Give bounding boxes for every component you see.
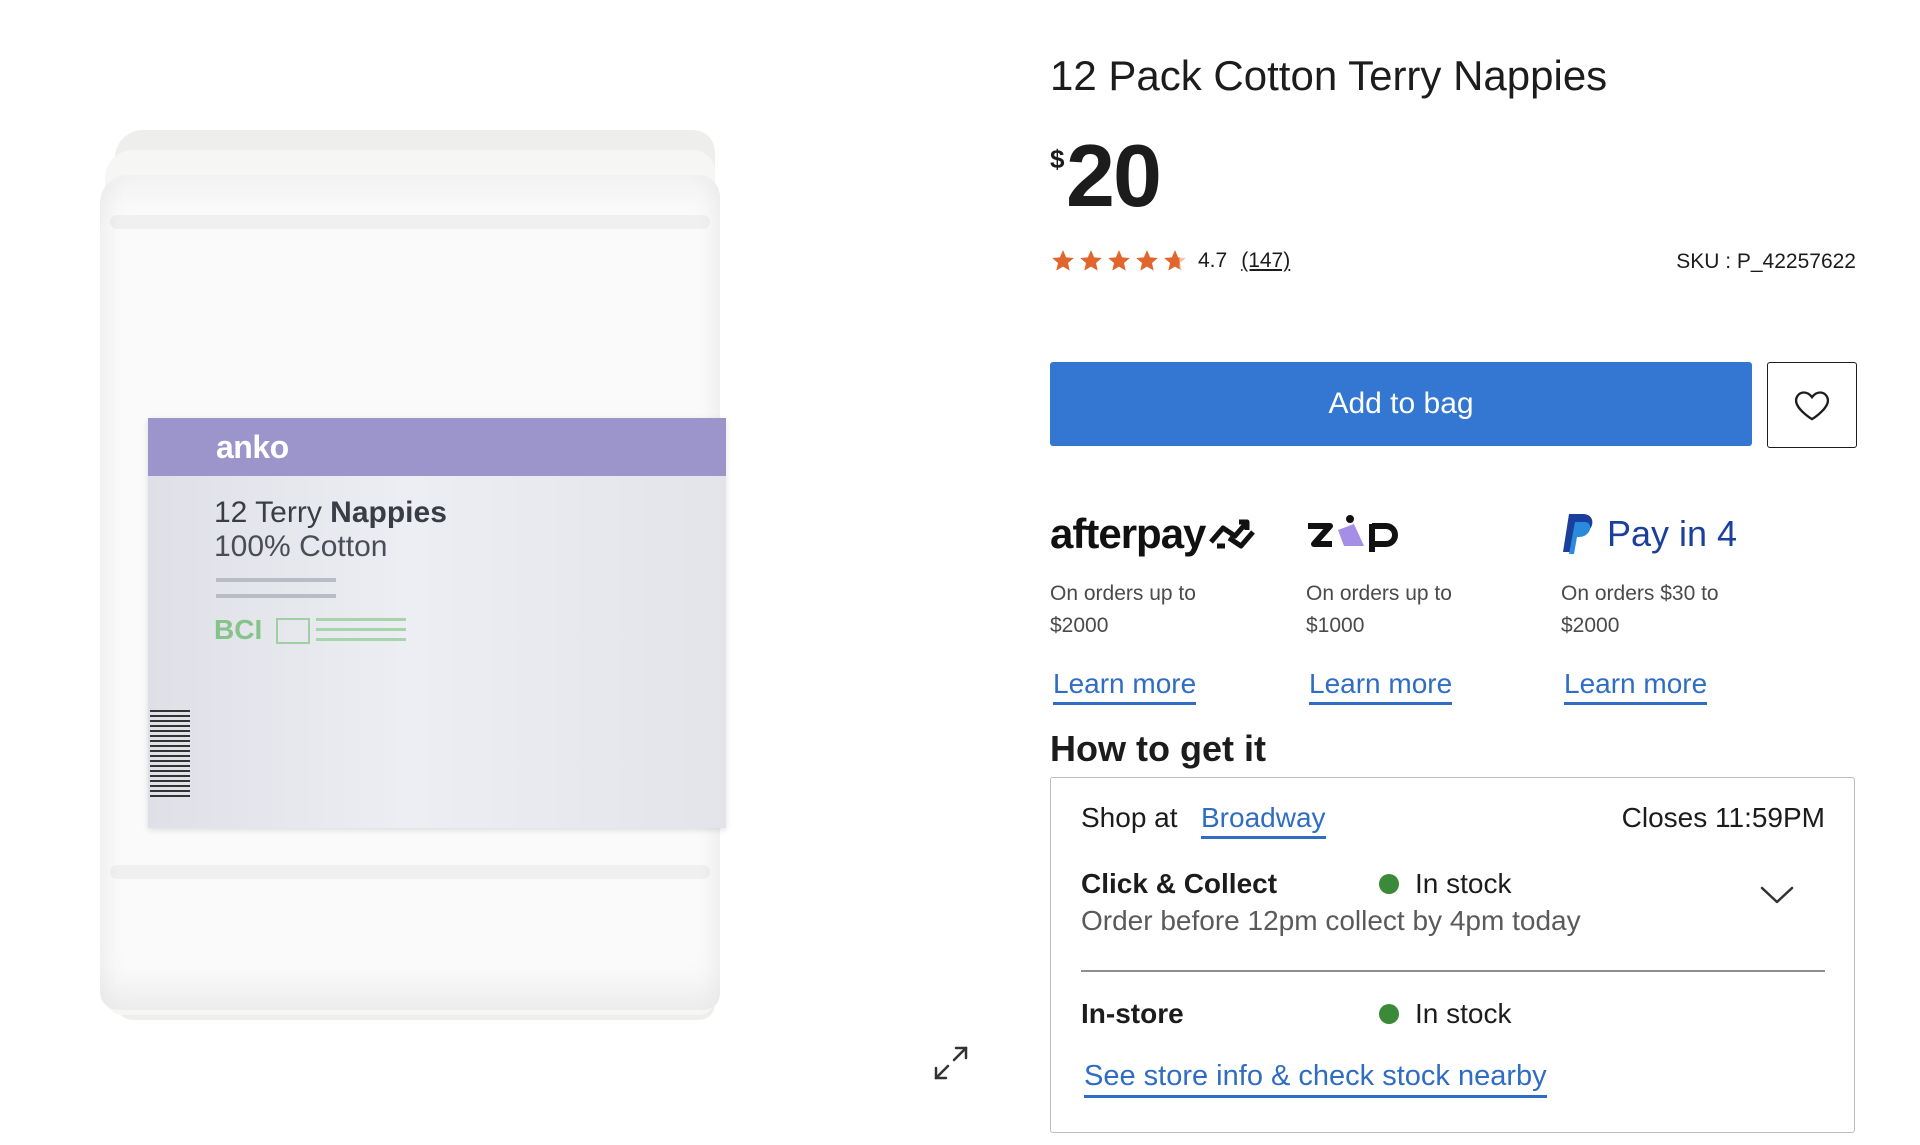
fulfilment-heading: How to get it bbox=[1050, 728, 1266, 769]
star-rating bbox=[1050, 248, 1190, 274]
in-stock-dot-icon bbox=[1379, 874, 1399, 894]
bci-mark bbox=[276, 618, 310, 644]
afterpay-option: afterpay On orders up to $2000 Learn mor… bbox=[1050, 506, 1290, 705]
paypal-icon bbox=[1563, 514, 1593, 554]
product-image[interactable]: anko 12 Terry Nappies 100% Cotton BCI bbox=[100, 120, 780, 1050]
zip-option: On orders up to $1000 Learn more bbox=[1306, 506, 1546, 705]
paypal-learn-more-link[interactable]: Learn more bbox=[1564, 668, 1708, 705]
zip-logo-icon bbox=[1308, 515, 1398, 552]
check-stock-nearby-link[interactable]: See store info & check stock nearby bbox=[1084, 1060, 1547, 1098]
rating-value: 4.7 bbox=[1198, 249, 1228, 272]
zip-description: On orders up to $1000 bbox=[1306, 582, 1452, 637]
click-collect-label: Click & Collect bbox=[1081, 868, 1278, 899]
click-collect-status: In stock bbox=[1379, 868, 1511, 900]
price-amount: 20 bbox=[1066, 126, 1162, 225]
star-icon bbox=[1164, 250, 1186, 271]
heart-icon bbox=[1795, 391, 1829, 421]
in-stock-dot-icon bbox=[1379, 1004, 1399, 1024]
afterpay-description: On orders up to $2000 bbox=[1050, 582, 1196, 637]
zip-learn-more-link[interactable]: Learn more bbox=[1309, 668, 1453, 705]
shop-at-label: Shop at bbox=[1081, 802, 1178, 833]
label-subtitle: 100% Cotton bbox=[214, 530, 388, 563]
add-to-bag-button[interactable]: Add to bag bbox=[1050, 362, 1752, 446]
bci-fine-print bbox=[316, 618, 406, 621]
bci-logo: BCI bbox=[214, 614, 263, 645]
paypal-logo: Pay in 4 bbox=[1561, 506, 1801, 562]
instore-label: In-store bbox=[1081, 998, 1184, 1029]
paypal-description: On orders $30 to $2000 bbox=[1561, 582, 1719, 637]
star-icon bbox=[1080, 250, 1102, 271]
star-icon bbox=[1136, 250, 1158, 271]
star-icon bbox=[1108, 250, 1130, 271]
wishlist-button[interactable] bbox=[1767, 362, 1857, 448]
bci-fine-print bbox=[316, 628, 406, 631]
divider bbox=[1081, 970, 1825, 972]
afterpay-learn-more-link[interactable]: Learn more bbox=[1053, 668, 1197, 705]
towel-fold bbox=[110, 215, 710, 229]
expand-icon[interactable] bbox=[928, 1040, 974, 1086]
afterpay-arrows-icon bbox=[1209, 519, 1256, 549]
packaging-label: anko 12 Terry Nappies 100% Cotton BCI bbox=[148, 418, 726, 828]
product-title: 12 Pack Cotton Terry Nappies bbox=[1050, 52, 1608, 99]
store-name-link[interactable]: Broadway bbox=[1201, 802, 1326, 839]
instore-status: In stock bbox=[1379, 998, 1511, 1030]
towel-fold bbox=[110, 865, 710, 879]
rating: 4.7 (147) bbox=[1050, 248, 1290, 274]
click-collect-note: Order before 12pm collect by 4pm today bbox=[1081, 905, 1581, 936]
label-fine-print bbox=[216, 594, 336, 598]
star-icon bbox=[1052, 250, 1074, 271]
stock-panel: Shop at Broadway Closes 11:59PM Click & … bbox=[1050, 777, 1855, 1133]
label-fine-print bbox=[216, 578, 336, 582]
chevron-down-icon[interactable] bbox=[1757, 880, 1797, 910]
review-count-link[interactable]: (147) bbox=[1241, 249, 1290, 273]
store-closing-time: Closes 11:59PM bbox=[1621, 802, 1825, 833]
price-currency: $ bbox=[1050, 144, 1065, 174]
brand-logo: anko bbox=[216, 429, 289, 465]
label-stripe: anko bbox=[148, 418, 726, 476]
bci-fine-print bbox=[316, 638, 406, 641]
sku: SKU : P_42257622 bbox=[1676, 250, 1856, 273]
afterpay-logo: afterpay bbox=[1050, 506, 1290, 562]
label-title: 12 Terry Nappies bbox=[214, 496, 447, 529]
zip-logo bbox=[1306, 506, 1546, 562]
barcode bbox=[150, 710, 190, 800]
paypal-option: Pay in 4 On orders $30 to $2000 Learn mo… bbox=[1561, 506, 1801, 705]
